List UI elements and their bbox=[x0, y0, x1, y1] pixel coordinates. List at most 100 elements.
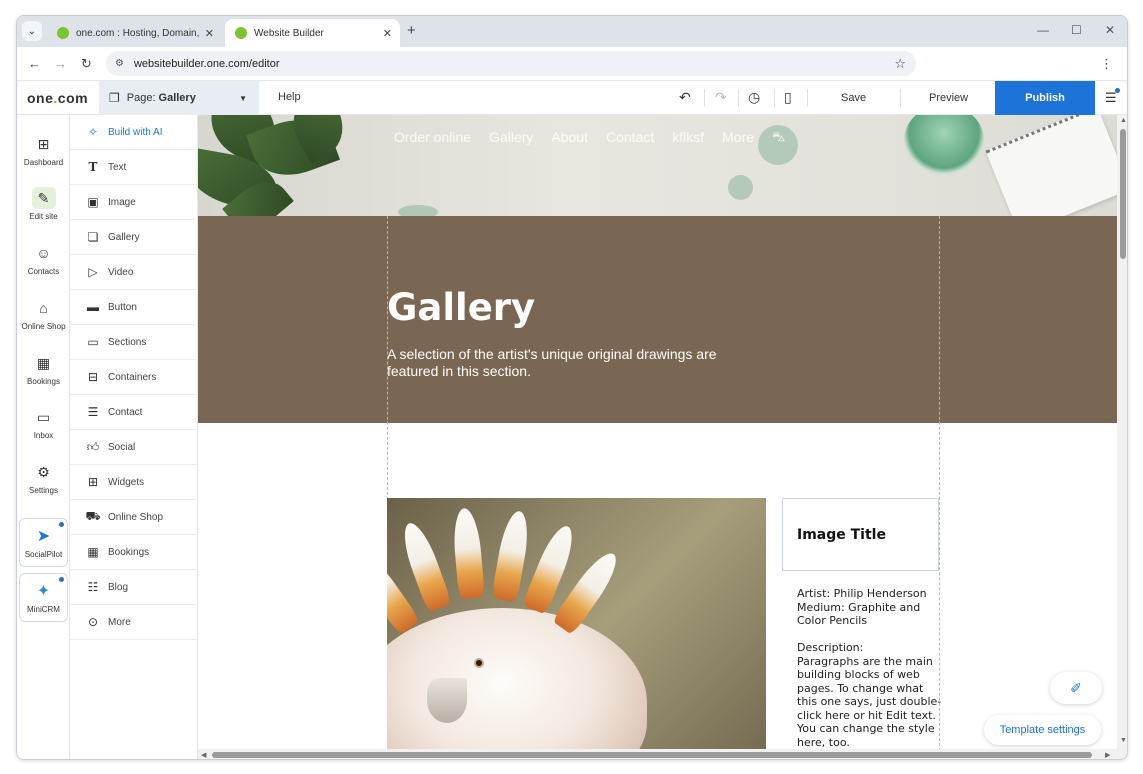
new-tab-button[interactable]: + bbox=[407, 22, 416, 39]
sections-icon: ▭ bbox=[87, 335, 99, 349]
hero-title[interactable]: Gallery bbox=[387, 286, 535, 329]
bookings-icon: ▦ bbox=[36, 354, 51, 371]
rail-item-settings[interactable]: ⚙ Settings bbox=[17, 461, 70, 509]
more-icon: ⊙ bbox=[87, 615, 99, 629]
hero-subtitle[interactable]: A selection of the artist's unique origi… bbox=[387, 346, 767, 380]
vertical-scroll-thumb[interactable] bbox=[1120, 129, 1126, 259]
panel-item-online-shop[interactable]: ⛟ Online Shop bbox=[70, 500, 198, 535]
page-label: Page: bbox=[126, 92, 156, 104]
gallery-image-cockatoo[interactable] bbox=[387, 498, 766, 749]
rail-item-edit-site[interactable]: ✎ Edit site bbox=[17, 187, 70, 235]
chevron-down-icon: ▼ bbox=[239, 93, 247, 103]
help-button[interactable]: Help bbox=[278, 91, 301, 103]
browser-menu-icon[interactable]: ⋮ bbox=[1100, 56, 1113, 72]
text-icon: T bbox=[88, 160, 98, 174]
rail-item-contacts[interactable]: ☺ Contacts bbox=[17, 242, 70, 290]
publish-button[interactable]: Publish bbox=[995, 81, 1095, 115]
onecom-logo[interactable]: one.com bbox=[27, 90, 88, 106]
site-nav-gallery[interactable]: Gallery bbox=[489, 129, 533, 147]
tab-close-icon[interactable]: ✕ bbox=[383, 27, 392, 40]
design-brush-icon[interactable]: ✐ bbox=[1050, 672, 1102, 704]
panel-item-blog[interactable]: ☷ Blog bbox=[70, 570, 198, 605]
history-icon[interactable]: ◷ bbox=[748, 89, 760, 106]
header-background-image[interactable]: Order online Gallery About Contact kflks… bbox=[198, 115, 1117, 216]
template-settings-button[interactable]: Template settings bbox=[984, 715, 1101, 745]
tab-title: Website Builder bbox=[254, 27, 324, 39]
reload-icon[interactable]: ↻ bbox=[81, 56, 92, 72]
panel-item-sections[interactable]: ▭ Sections bbox=[70, 325, 198, 360]
editor-toolbar: one.com ❐ Page: Gallery ▼ Help ↶ ↷ ◷ ▯ S… bbox=[17, 81, 1127, 115]
browser-window: ⌄ one.com : Hosting, Domain, Email ✕ Web… bbox=[16, 15, 1128, 760]
site-nav-about[interactable]: About bbox=[551, 129, 588, 147]
image-title[interactable]: Image Title bbox=[782, 498, 939, 571]
horizontal-scroll-thumb[interactable] bbox=[212, 752, 1092, 758]
minicrm-icon: ✦ bbox=[36, 583, 51, 600]
jar-decoration bbox=[904, 115, 984, 175]
rail-app-minicrm[interactable]: ✦ MiniCRM bbox=[19, 573, 68, 622]
site-nav-contact[interactable]: Contact bbox=[606, 129, 654, 147]
vertical-scrollbar[interactable]: ▲ ▼ bbox=[1117, 115, 1127, 759]
tab-onecom[interactable]: one.com : Hosting, Domain, Email ✕ bbox=[47, 19, 222, 47]
thumbs-up-icon: 👍︎ bbox=[86, 439, 100, 454]
panel-item-more[interactable]: ⊙ More bbox=[70, 605, 198, 640]
settings-icon: ⚙ bbox=[37, 463, 50, 480]
panel-item-contact[interactable]: ☰ Contact bbox=[70, 395, 198, 430]
mobile-view-icon[interactable]: ▯ bbox=[784, 89, 792, 106]
left-nav-rail: ⊞ Dashboard ✎ Edit site ☺ Contacts ⌂ Onl… bbox=[17, 115, 70, 759]
site-nav-kflksf[interactable]: kflksf bbox=[672, 129, 704, 147]
editor-menu-icon[interactable]: ☰ bbox=[1105, 88, 1120, 106]
inbox-icon: ▭ bbox=[36, 408, 51, 425]
rail-item-bookings[interactable]: ▦ Bookings bbox=[17, 352, 70, 400]
undo-icon[interactable]: ↶ bbox=[679, 89, 691, 106]
panel-item-image[interactable]: ▣ Image bbox=[70, 185, 198, 220]
preview-button[interactable]: Preview bbox=[929, 92, 968, 104]
panel-item-bookings[interactable]: ▦ Bookings bbox=[70, 535, 198, 570]
contact-form-icon: ☰ bbox=[87, 405, 99, 419]
back-arrow-icon[interactable]: ← bbox=[28, 56, 41, 71]
forward-arrow-icon[interactable]: → bbox=[54, 56, 67, 71]
panel-item-build-with-ai[interactable]: ✧ Build with AI bbox=[70, 115, 198, 150]
page-icon: ❐ bbox=[109, 91, 120, 105]
shop-icon: ⌂ bbox=[39, 300, 48, 316]
tab-website-builder[interactable]: Website Builder ✕ bbox=[225, 19, 400, 47]
editor-canvas[interactable]: Order online Gallery About Contact kflks… bbox=[198, 115, 1117, 749]
onecom-favicon-icon bbox=[235, 27, 247, 39]
rail-app-socialpilot[interactable]: ➤ SocialPilot bbox=[19, 518, 68, 567]
panel-item-text[interactable]: T Text bbox=[70, 150, 198, 185]
rail-item-online-shop[interactable]: ⌂ Online Shop bbox=[17, 297, 70, 345]
video-icon: ▷ bbox=[88, 265, 98, 279]
tab-search-button[interactable]: ⌄ bbox=[22, 21, 42, 41]
panel-item-gallery[interactable]: ❏ Gallery bbox=[70, 220, 198, 255]
address-bar: ← → ↻ ⚙ websitebuilder.one.com/editor ☆ … bbox=[17, 47, 1127, 81]
bookmark-star-icon[interactable]: ☆ bbox=[894, 56, 906, 72]
panel-item-button[interactable]: ▬ Button bbox=[70, 290, 198, 325]
minimize-button[interactable]: — bbox=[1037, 23, 1049, 37]
site-navigation[interactable]: Order online Gallery About Contact kflks… bbox=[394, 129, 785, 147]
cart-icon: ⛟ bbox=[85, 509, 101, 523]
panel-item-containers[interactable]: ⊟ Containers bbox=[70, 360, 198, 395]
horizontal-scrollbar[interactable]: ◀ ▶ bbox=[198, 749, 1117, 759]
save-button[interactable]: Save bbox=[841, 92, 866, 104]
hero-section[interactable]: Gallery A selection of the artist's uniq… bbox=[198, 216, 1117, 423]
tab-close-icon[interactable]: ✕ bbox=[205, 27, 214, 40]
site-nav-order-online[interactable]: Order online bbox=[394, 129, 471, 147]
panel-item-widgets[interactable]: ⊞ Widgets bbox=[70, 465, 198, 500]
rail-item-dashboard[interactable]: ⊞ Dashboard bbox=[17, 133, 70, 181]
url-text: websitebuilder.one.com/editor bbox=[133, 57, 280, 70]
page-selector[interactable]: ❐ Page: Gallery ▼ bbox=[99, 81, 259, 115]
image-description[interactable]: Artist: Philip Henderson Medium: Graphit… bbox=[797, 587, 942, 749]
window-close-button[interactable]: ✕ bbox=[1105, 23, 1115, 37]
panel-item-social[interactable]: 👍︎ Social bbox=[70, 430, 198, 465]
site-nav-more[interactable]: More bbox=[722, 129, 754, 147]
shopping-bag-icon[interactable]: ⛍ bbox=[772, 129, 785, 147]
onecom-favicon-icon bbox=[57, 27, 69, 39]
url-input[interactable]: ⚙ websitebuilder.one.com/editor ☆ bbox=[106, 51, 916, 76]
site-info-icon[interactable]: ⚙ bbox=[115, 58, 124, 69]
contacts-icon: ☺ bbox=[36, 245, 51, 261]
panel-item-video[interactable]: ▷ Video bbox=[70, 255, 198, 290]
rail-item-inbox[interactable]: ▭ Inbox bbox=[17, 406, 70, 454]
elements-panel: ✧ Build with AI T Text ▣ Image ❏ Gallery ▷ Vi… bbox=[70, 115, 198, 759]
calendar-icon: ▦ bbox=[87, 545, 99, 559]
maximize-button[interactable]: ☐ bbox=[1071, 23, 1082, 37]
redo-icon[interactable]: ↷ bbox=[715, 89, 727, 106]
